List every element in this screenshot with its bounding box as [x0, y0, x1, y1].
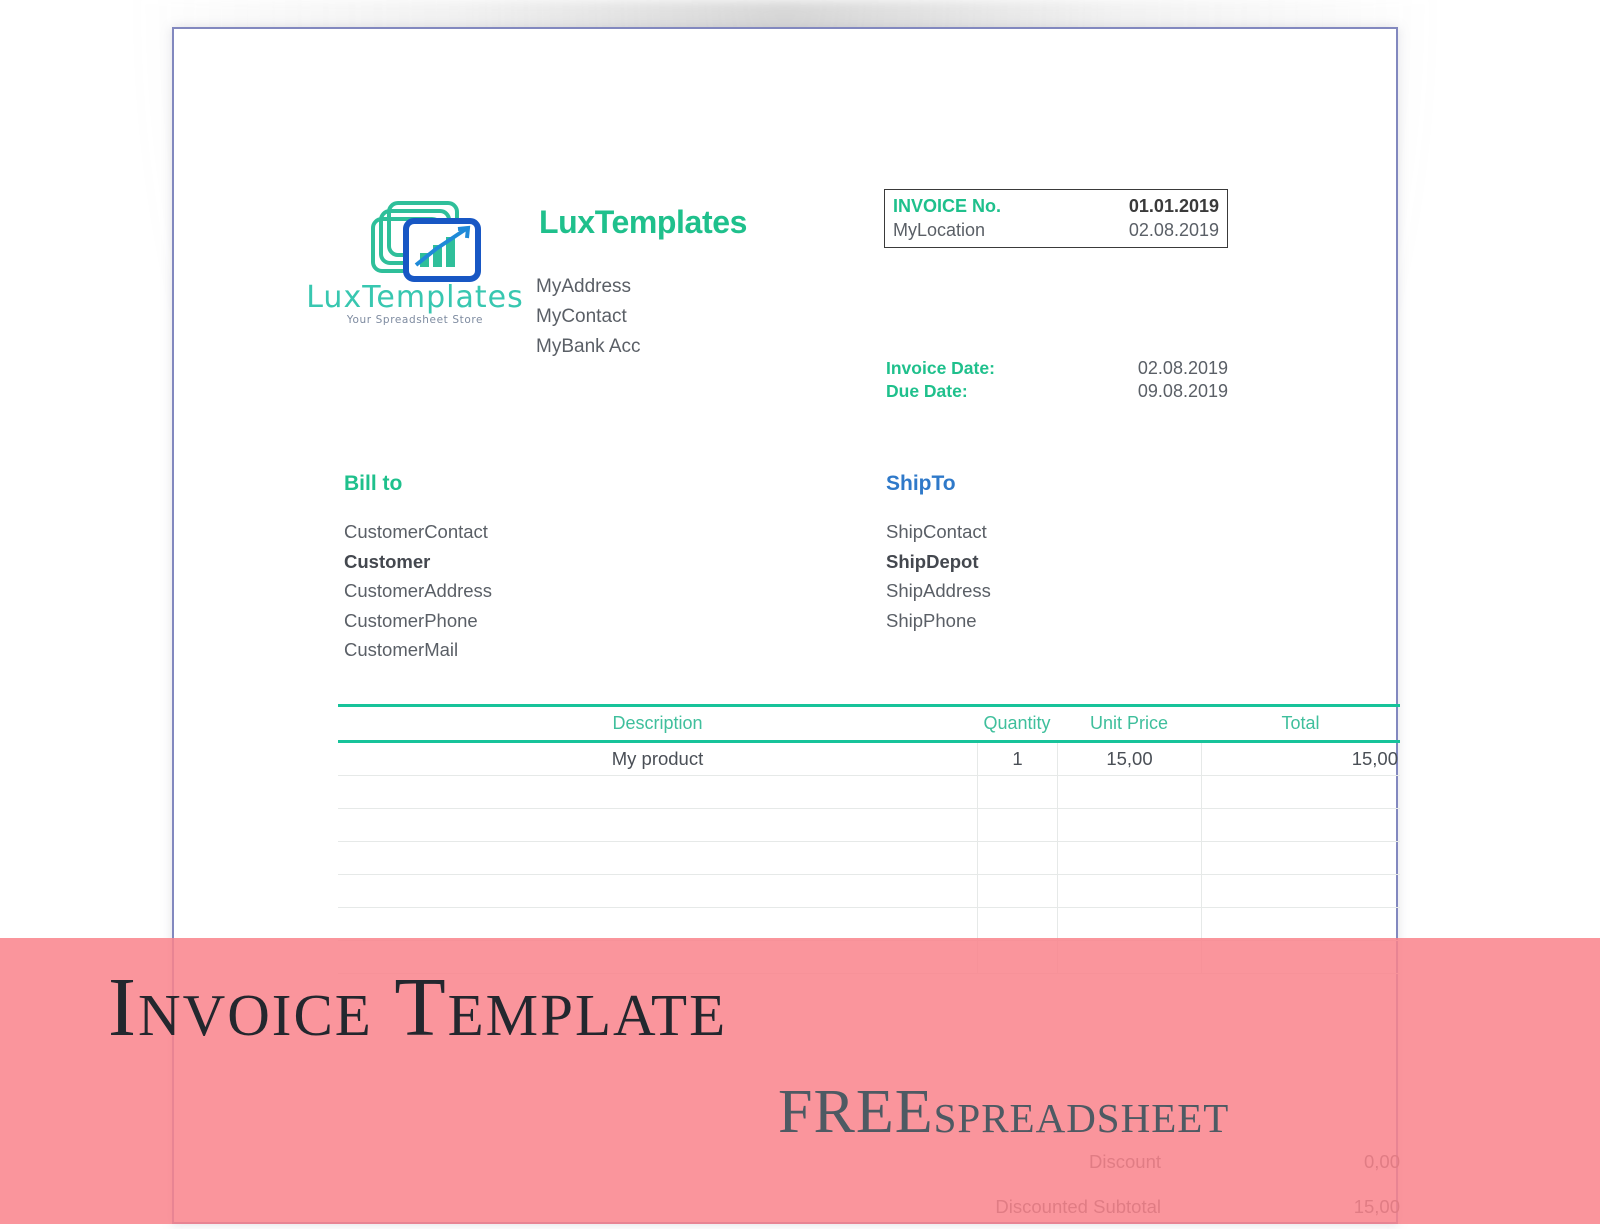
company-bank-account: MyBank Acc — [536, 336, 641, 357]
due-date-label: Due Date: — [886, 381, 968, 401]
cell-unit-price — [1057, 842, 1201, 874]
logo-chart-cards-icon — [306, 197, 524, 289]
bill-to-contact: CustomerContact — [344, 521, 488, 542]
logo-wordmark: LuxTemplates — [306, 280, 524, 315]
header-total: Total — [1281, 713, 1320, 733]
company-name: LuxTemplates — [539, 204, 747, 240]
cell-unit-price — [1057, 776, 1201, 808]
cell-description — [338, 776, 977, 808]
header-quantity: Quantity — [983, 713, 1051, 733]
cell-unit-price: 15,00 — [1057, 743, 1201, 775]
due-date-row: Due Date: 09.08.2019 — [886, 380, 1228, 403]
cell-total — [1201, 809, 1400, 841]
invoice-location-label: MyLocation — [893, 220, 986, 240]
cell-quantity — [977, 776, 1057, 808]
table-row — [338, 908, 1400, 941]
cell-description: My product — [611, 748, 704, 769]
ship-to-phone: ShipPhone — [886, 609, 977, 631]
company-details: MyAddress MyContact MyBank Acc — [536, 272, 641, 362]
table-row — [338, 875, 1400, 908]
bill-to-phone: CustomerPhone — [344, 609, 478, 631]
table-header-row: Description Quantity Unit Price Total — [338, 707, 1400, 740]
bill-to-address: CustomerAddress — [344, 580, 493, 601]
invoice-location-row: MyLocation 02.08.2019 — [893, 218, 1219, 242]
cell-description — [338, 842, 977, 874]
header-unit-price: Unit Price — [1089, 713, 1169, 733]
due-date-value: 09.08.2019 — [1137, 381, 1228, 401]
cell-quantity — [977, 875, 1057, 907]
cell-quantity — [977, 908, 1057, 940]
invoice-number-box: INVOICE No. 01.01.2019 MyLocation 02.08.… — [884, 189, 1228, 248]
invoice-date-row: Invoice Date: 02.08.2019 — [886, 357, 1228, 380]
bill-to-name: Customer — [344, 550, 431, 572]
cell-unit-price — [1057, 875, 1201, 907]
header-description: Description — [612, 713, 703, 733]
cell-total — [1201, 842, 1400, 874]
promo-banner-free-text: FREE — [778, 1078, 934, 1146]
cell-quantity — [977, 842, 1057, 874]
ship-to-contact: ShipContact — [886, 521, 987, 542]
invoice-date-value: 02.08.2019 — [1137, 358, 1228, 378]
luxtemplates-logo: LuxTemplates Your Spreadsheet Store — [306, 197, 524, 332]
table-row — [338, 776, 1400, 809]
cell-description — [338, 908, 977, 940]
ship-to-title: ShipTo — [886, 472, 956, 495]
cell-quantity — [977, 809, 1057, 841]
ship-to-name: ShipDepot — [886, 550, 979, 572]
cell-description — [338, 875, 977, 907]
logo-tagline: Your Spreadsheet Store — [346, 314, 484, 326]
invoice-location-value: 02.08.2019 — [1128, 220, 1219, 240]
invoice-number-value: 01.01.2019 — [1128, 196, 1219, 216]
invoice-date-label: Invoice Date: — [886, 358, 995, 378]
cell-total: 15,00 — [1201, 743, 1400, 775]
promo-banner-title: Invoice Template — [108, 961, 728, 1054]
cell-unit-price — [1057, 908, 1201, 940]
line-items-table: Description Quantity Unit Price Total My… — [338, 704, 1400, 974]
table-row: My product 1 15,00 15,00 — [338, 743, 1400, 776]
cell-description — [338, 809, 977, 841]
bill-to-title: Bill to — [344, 472, 403, 495]
invoice-dates-block: Invoice Date: 02.08.2019 Due Date: 09.08… — [886, 357, 1228, 403]
promo-banner: Invoice Template FREEspreadsheet — [0, 938, 1600, 1224]
bill-to-block: Bill to CustomerContact Customer Custome… — [344, 472, 704, 665]
promo-banner-subtitle: FREEspreadsheet — [778, 1081, 1229, 1143]
invoice-number-row: INVOICE No. 01.01.2019 — [893, 194, 1219, 218]
table-row — [338, 842, 1400, 875]
ship-to-address: ShipAddress — [886, 580, 991, 601]
company-address: MyAddress — [536, 276, 632, 297]
cell-total — [1201, 776, 1400, 808]
invoice-number-label: INVOICE No. — [893, 196, 1002, 216]
cell-unit-price — [1057, 809, 1201, 841]
cell-quantity: 1 — [977, 743, 1057, 775]
cell-total — [1201, 875, 1400, 907]
promo-banner-spreadsheet-text: spreadsheet — [933, 1080, 1230, 1145]
ship-to-block: ShipTo ShipContact ShipDepot ShipAddress… — [886, 472, 1246, 635]
company-contact: MyContact — [536, 306, 627, 327]
table-row — [338, 809, 1400, 842]
bill-to-mail: CustomerMail — [344, 639, 459, 660]
cell-total — [1201, 908, 1400, 940]
